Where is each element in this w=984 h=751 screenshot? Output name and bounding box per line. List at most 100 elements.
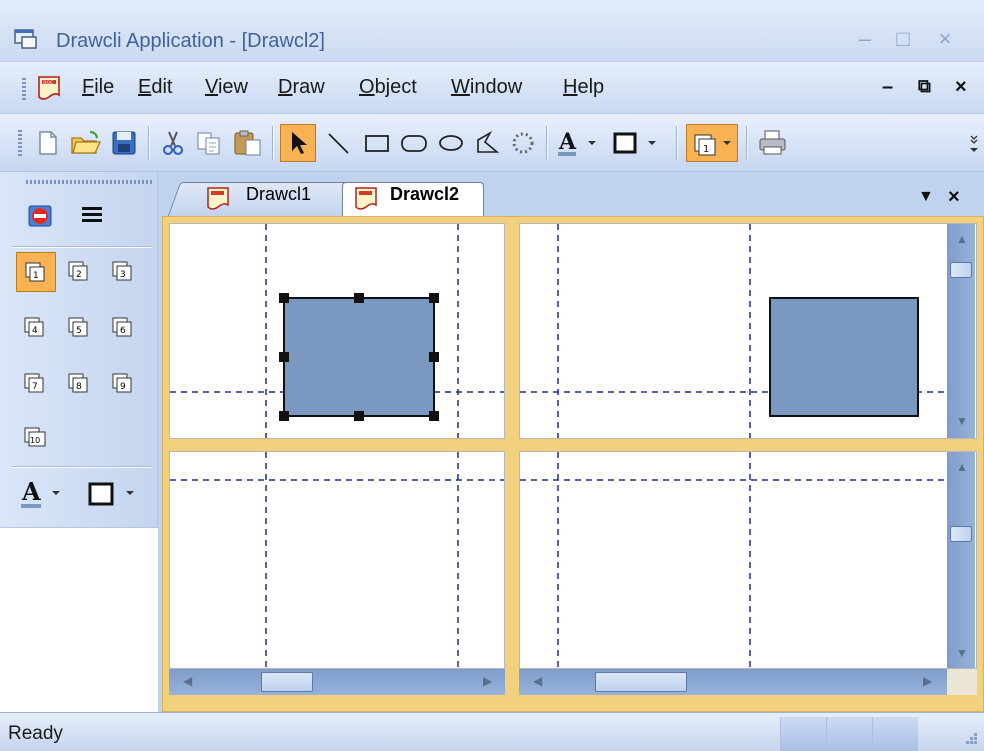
order-2-button[interactable]: 2 — [60, 252, 100, 292]
order-4-button[interactable]: 4 — [16, 308, 56, 348]
scroll-thumb[interactable] — [950, 262, 972, 278]
order-1-button[interactable]: 1 — [16, 252, 56, 292]
scroll-down-icon[interactable]: ▼ — [956, 646, 968, 660]
svg-text:3: 3 — [120, 270, 126, 280]
scroll-thumb[interactable] — [261, 672, 313, 692]
toolbar-separator — [546, 126, 548, 160]
vertical-scrollbar[interactable]: ▲ ▼ — [947, 452, 975, 668]
svg-text:9: 9 — [120, 382, 126, 392]
svg-text:2: 2 — [76, 270, 82, 280]
menu-help[interactable]: Help — [563, 76, 604, 99]
pane-top-left[interactable] — [169, 223, 505, 439]
document-icon[interactable]: DOC — [36, 74, 64, 102]
toolbar-separator — [746, 126, 748, 160]
ellipse-icon[interactable] — [436, 128, 466, 158]
selected-rectangle-shape — [283, 297, 435, 417]
scroll-corner — [947, 669, 977, 695]
rectangle-shape — [769, 297, 919, 417]
order-3-button[interactable]: 3 — [104, 252, 144, 292]
order-10-button[interactable]: 10 — [16, 418, 56, 458]
title-bar[interactable]: Drawcli Application - [Drawcl2] – □ × — [0, 0, 984, 62]
tool-palette: 1 2 3 4 5 6 7 8 9 10 A — [0, 172, 158, 528]
menu-view[interactable]: View — [205, 76, 248, 99]
order-8-button[interactable]: 8 — [60, 364, 100, 404]
svg-text:A: A — [21, 477, 41, 506]
restore-icon[interactable]: □ — [888, 26, 918, 52]
order-7-button[interactable]: 7 — [16, 364, 56, 404]
svg-text:DOC: DOC — [43, 80, 53, 86]
mdi-close-icon[interactable]: × — [955, 76, 967, 99]
line-style-icon[interactable] — [72, 196, 112, 236]
new-icon[interactable] — [36, 128, 60, 158]
palette-font-color-icon[interactable]: A — [18, 474, 78, 514]
palette-separator — [12, 246, 152, 248]
tab-strip: Drawcl1 Drawcl2 — [160, 178, 984, 216]
dotted-circle-icon[interactable] — [508, 128, 538, 158]
scroll-thumb[interactable] — [595, 672, 687, 692]
mdi-minimize-icon[interactable]: – — [882, 76, 893, 99]
scroll-left-icon[interactable]: ◀ — [183, 674, 192, 688]
copy-icon[interactable] — [194, 128, 224, 158]
save-icon[interactable] — [110, 128, 138, 158]
menu-edit[interactable]: Edit — [138, 76, 172, 99]
menu-object[interactable]: Object — [359, 76, 417, 99]
svg-text:8: 8 — [76, 382, 82, 392]
rounded-rectangle-icon[interactable] — [398, 128, 430, 158]
pane-bottom-left[interactable] — [169, 451, 505, 669]
scroll-down-icon[interactable]: ▼ — [956, 414, 968, 428]
tab-label: Drawcl1 — [246, 184, 312, 204]
palette-grip[interactable] — [26, 180, 152, 184]
scroll-right-icon[interactable]: ▶ — [483, 674, 492, 688]
tab-label: Drawcl2 — [390, 184, 460, 204]
scroll-thumb[interactable] — [950, 526, 972, 542]
horizontal-scrollbar[interactable]: ◀ ▶ — [169, 669, 505, 695]
vertical-scrollbar[interactable]: ▲ ▼ — [947, 224, 975, 438]
order-6-button[interactable]: 6 — [104, 308, 144, 348]
font-color-icon[interactable]: A — [556, 128, 606, 158]
polygon-icon[interactable] — [472, 128, 502, 158]
palette-border-color-icon[interactable] — [84, 474, 150, 514]
svg-text:A: A — [558, 129, 577, 155]
border-color-icon[interactable] — [610, 128, 670, 158]
svg-text:7: 7 — [32, 382, 38, 392]
menu-window[interactable]: Window — [451, 76, 522, 99]
order-5-button[interactable]: 5 — [60, 308, 100, 348]
status-text: Ready — [8, 723, 63, 744]
horizontal-scrollbar[interactable]: ◀ ▶ — [519, 669, 947, 695]
scroll-up-icon[interactable]: ▲ — [956, 232, 968, 246]
pane-bottom-right[interactable] — [519, 451, 977, 669]
scroll-right-icon[interactable]: ▶ — [923, 674, 932, 688]
doc-icon — [206, 186, 232, 212]
resize-grip-icon[interactable] — [960, 729, 980, 749]
scroll-left-icon[interactable]: ◀ — [533, 674, 542, 688]
palette-separator — [12, 466, 152, 468]
toolbar-separator — [272, 126, 274, 160]
svg-text:1: 1 — [33, 271, 39, 281]
line-icon[interactable] — [324, 128, 354, 158]
stop-icon[interactable] — [20, 196, 60, 236]
close-icon[interactable]: × — [930, 26, 960, 52]
object-order-icon[interactable]: 1 — [686, 124, 738, 162]
order-9-button[interactable]: 9 — [104, 364, 144, 404]
toolbar: A 1 — [0, 114, 984, 172]
menu-file[interactable]: File — [82, 76, 114, 99]
menu-draw[interactable]: Draw — [278, 76, 325, 99]
tab-list-icon[interactable]: ▼ — [918, 188, 934, 206]
rectangle-icon[interactable] — [362, 128, 392, 158]
status-pane — [872, 717, 918, 751]
toolbar-grip[interactable] — [18, 130, 22, 156]
minimize-icon[interactable]: – — [850, 26, 880, 52]
tab-close-icon[interactable]: × — [948, 186, 960, 209]
select-arrow-icon[interactable] — [280, 124, 316, 162]
pane-top-right[interactable] — [519, 223, 977, 439]
mdi-restore-icon[interactable]: ⧉ — [918, 76, 931, 97]
paste-icon[interactable] — [232, 128, 264, 158]
menu-grip[interactable] — [22, 78, 26, 100]
cut-icon[interactable] — [160, 128, 186, 158]
window-title: Drawcli Application - [Drawcl2] — [56, 30, 325, 52]
print-icon[interactable] — [756, 128, 790, 158]
open-icon[interactable] — [70, 128, 102, 158]
scroll-up-icon[interactable]: ▲ — [956, 460, 968, 474]
toolbar-overflow-icon[interactable] — [968, 128, 980, 158]
document-frame: ▲ ▼ ◀ ▶ ▲ ▼ ◀ ▶ — [162, 216, 984, 712]
